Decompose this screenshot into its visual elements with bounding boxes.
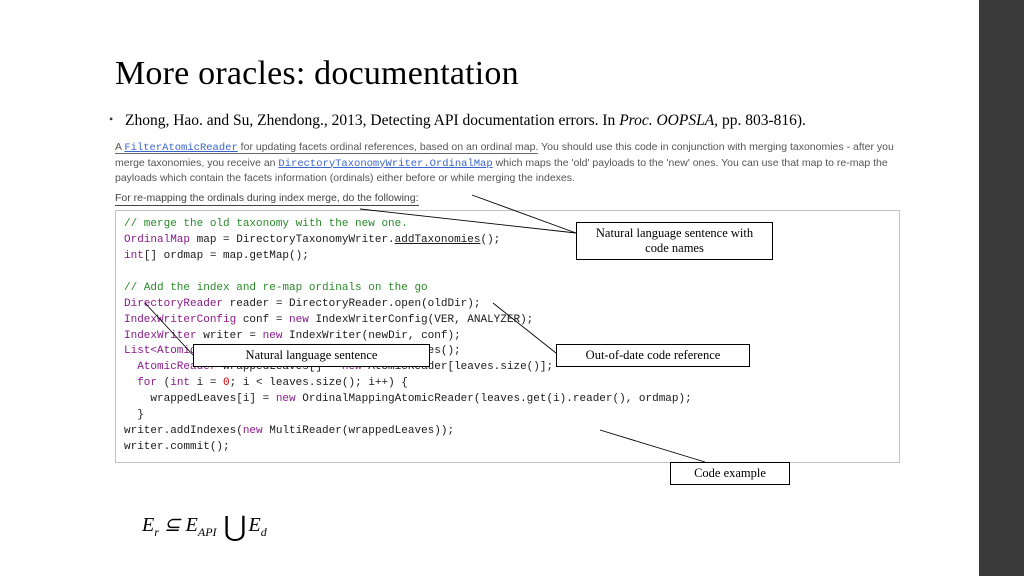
code-text: i =: [190, 377, 223, 389]
code-type: int: [170, 377, 190, 389]
code-keyword: new: [289, 314, 309, 326]
formula: Er ⊆ EAPI ⋃Ed: [142, 505, 267, 540]
formula-E-2: E: [186, 514, 198, 536]
code-type: OrdinalMap: [124, 234, 190, 246]
code-text: [] ordmap = map.getMap();: [144, 250, 309, 262]
code-text: ();: [480, 234, 500, 246]
formula-union: ⋃: [222, 512, 249, 543]
citation-venue: Proc. OOPSLA,: [619, 112, 718, 129]
code-text: OrdinalMappingAtomicReader(leaves.get(i)…: [296, 393, 692, 405]
link-filteratomicreader[interactable]: FilterAtomicReader: [124, 142, 237, 154]
code-text: writer =: [197, 330, 263, 342]
code-text: reader = DirectoryReader.open(oldDir);: [223, 298, 480, 310]
code-type: int: [124, 250, 144, 262]
doc-instruction: For re-mapping the ordinals during index…: [115, 192, 419, 206]
callout-natural-language: Natural language sentence: [193, 344, 430, 367]
link-ordinalmap[interactable]: DirectoryTaxonomyWriter.OrdinalMap: [278, 158, 492, 170]
code-type: IndexWriter: [124, 330, 197, 342]
formula-E-3: E: [249, 514, 261, 536]
citation-pages: pp. 803-816).: [718, 112, 806, 129]
code-text: writer.commit();: [124, 441, 230, 453]
doc-text: for updating facets ordinal references, …: [238, 141, 539, 153]
right-accent-bar: [979, 0, 1024, 576]
code-number: 0: [223, 377, 230, 389]
code-text: IndexWriter(newDir, conf);: [282, 330, 460, 342]
slide-title: More oracles: documentation: [115, 55, 915, 93]
code-text: conf =: [236, 314, 289, 326]
callout-out-of-date-code: Out-of-date code reference: [556, 344, 750, 367]
callout-code-example: Code example: [670, 462, 790, 485]
code-type: DirectoryReader: [124, 298, 223, 310]
citation: Zhong, Hao. and Su, Zhendong., 2013, Det…: [115, 111, 915, 132]
citation-text: Zhong, Hao. and Su, Zhendong., 2013, Det…: [125, 112, 619, 129]
code-text: (: [157, 377, 170, 389]
code-keyword: new: [263, 330, 283, 342]
formula-sub-d: d: [261, 525, 267, 539]
code-example: // merge the old taxonomy with the new o…: [115, 210, 900, 463]
doc-text: A: [115, 141, 124, 153]
slide-content: More oracles: documentation Zhong, Hao. …: [115, 55, 915, 463]
code-text: MultiReader(wrappedLeaves));: [263, 425, 454, 437]
code-call: addTaxonomies: [395, 234, 481, 246]
code-type: IndexWriterConfig: [124, 314, 236, 326]
code-text: writer.addIndexes(: [124, 425, 243, 437]
code-comment: // Add the index and re-map ordinals on …: [124, 282, 428, 294]
code-keyword: new: [243, 425, 263, 437]
code-text: IndexWriterConfig(VER, ANALYZER);: [309, 314, 533, 326]
slide: More oracles: documentation Zhong, Hao. …: [0, 0, 1024, 576]
doc-prose: A FilterAtomicReader for updating facets…: [115, 140, 900, 186]
code-text: }: [124, 409, 144, 421]
formula-sub-api: API: [198, 525, 217, 539]
code-keyword: for: [124, 377, 157, 389]
code-text: map = DirectoryTaxonomyWriter.: [190, 234, 395, 246]
callout-natural-language-codenames: Natural language sentence with code name…: [576, 222, 773, 260]
formula-E-1: E: [142, 514, 154, 536]
code-text: ; i < leaves.size(); i++) {: [230, 377, 408, 389]
code-text: wrappedLeaves[i] =: [124, 393, 276, 405]
documentation-excerpt: A FilterAtomicReader for updating facets…: [115, 140, 900, 463]
formula-subset: ⊆: [159, 514, 186, 536]
code-comment: // merge the old taxonomy with the new o…: [124, 218, 408, 230]
code-keyword: new: [276, 393, 296, 405]
